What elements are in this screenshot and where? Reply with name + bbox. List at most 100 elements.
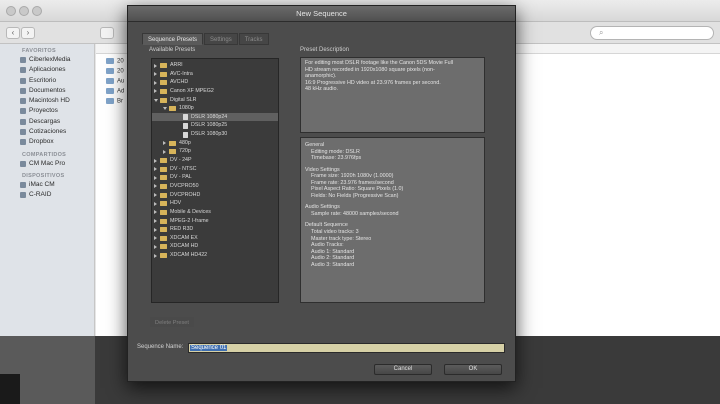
disclosure-closed-icon[interactable] — [154, 253, 157, 258]
ok-button[interactable]: OK — [444, 364, 502, 375]
list-item[interactable]: Au — [106, 78, 124, 85]
sidebar-item[interactable]: Dropbox — [0, 137, 94, 147]
preset-folder[interactable]: Mobile & Devices — [152, 208, 278, 217]
tab-settings[interactable]: Settings — [204, 33, 238, 45]
view-icon[interactable] — [100, 27, 114, 39]
sidebar-item[interactable]: Cotizaciones — [0, 127, 94, 137]
disclosure-closed-icon[interactable] — [154, 236, 157, 241]
sidebar-item[interactable]: C-RAID — [0, 190, 94, 200]
preset-item[interactable]: DSLR 1080p25 — [152, 121, 278, 130]
sidebar-item[interactable]: Aplicaciones — [0, 65, 94, 75]
preset-label: XDCAM HD — [170, 243, 199, 250]
delete-preset-button[interactable]: Delete Preset — [150, 317, 194, 327]
disclosure-closed-icon[interactable] — [154, 72, 157, 77]
preset-label: DV - PAL — [170, 174, 192, 181]
preset-label: HDV — [170, 200, 182, 207]
sequence-name-input[interactable]: Sequence 01 — [188, 343, 505, 353]
sidebar-item[interactable]: CM Mac Pro — [0, 159, 94, 169]
preset-folder[interactable]: HDV — [152, 199, 278, 208]
disclosure-open-icon[interactable] — [154, 98, 158, 102]
sidebar-section-heading: DISPOSITIVOS — [22, 172, 65, 179]
preset-folder[interactable]: 1080p — [152, 104, 278, 113]
preset-folder[interactable]: Canon XF MPEG2 — [152, 87, 278, 96]
preset-folder[interactable]: DV - 24P — [152, 156, 278, 165]
preset-folder[interactable]: XDCAM EX — [152, 234, 278, 243]
preset-folder[interactable]: AVC-Intra — [152, 70, 278, 79]
list-item[interactable]: Br — [106, 98, 123, 105]
sidebar-item-label: Aplicaciones — [29, 66, 66, 74]
preset-item[interactable]: DSLR 1080p24 — [152, 112, 278, 122]
preset-folder[interactable]: 720p — [152, 147, 278, 156]
preset-folder[interactable]: DV - NTSC — [152, 165, 278, 174]
tab-tracks[interactable]: Tracks — [238, 33, 269, 45]
list-item[interactable]: 20 — [106, 68, 124, 75]
disclosure-closed-icon[interactable] — [154, 167, 157, 172]
preset-folder[interactable]: AVCHD — [152, 78, 278, 87]
disclosure-closed-icon[interactable] — [154, 89, 157, 94]
preset-folder[interactable]: DVCPRO50 — [152, 182, 278, 191]
disclosure-closed-icon[interactable] — [163, 141, 166, 146]
disclosure-closed-icon[interactable] — [154, 193, 157, 198]
presets-tree[interactable]: ARRI AVC-Intra AVCHD Canon XF MPEG2 Digital … — [151, 58, 279, 303]
preset-folder[interactable]: DVCPROHD — [152, 191, 278, 200]
folder-icon — [160, 192, 167, 198]
zoom-window-icon[interactable] — [32, 6, 42, 16]
disclosure-closed-icon[interactable] — [154, 244, 157, 249]
preset-item[interactable]: DSLR 1080p30 — [152, 130, 278, 139]
disclosure-closed-icon[interactable] — [163, 149, 166, 154]
list-item[interactable]: Ad — [106, 88, 124, 95]
preset-folder[interactable]: MPEG-2 I-frame — [152, 217, 278, 226]
preset-folder[interactable]: RED R3D — [152, 225, 278, 234]
sidebar-item-icon — [20, 192, 26, 199]
sidebar-item-label: Proyectos — [29, 107, 58, 115]
preset-label: ARRI — [170, 62, 183, 68]
sidebar-item[interactable]: Documentos — [0, 86, 94, 96]
sidebar-item-icon — [20, 57, 26, 63]
description-line: For editing most DSLR footage like the C… — [305, 60, 454, 66]
cancel-button[interactable]: Cancel — [374, 364, 432, 375]
sidebar-item[interactable]: Macintosh HD — [0, 96, 94, 106]
preset-folder[interactable]: ARRI — [152, 61, 278, 70]
minimize-window-icon[interactable] — [19, 6, 29, 16]
disclosure-closed-icon[interactable] — [154, 158, 157, 163]
preset-label: Digital SLR — [170, 96, 197, 103]
disclosure-closed-icon[interactable] — [154, 201, 157, 206]
sidebar-item[interactable]: iMac CM — [0, 180, 94, 190]
disclosure-closed-icon[interactable] — [154, 175, 157, 180]
folder-icon — [160, 63, 167, 68]
preset-folder[interactable]: XDCAM HD — [152, 242, 278, 251]
preset-folder[interactable]: DV - PAL — [152, 173, 278, 182]
preset-label: DSLR 1080p25 — [191, 122, 228, 129]
dialog-tabs: Sequence Presets Settings Tracks — [142, 28, 270, 45]
description-line: 48 kHz audio. — [305, 86, 338, 93]
close-window-icon[interactable] — [6, 6, 16, 16]
finder-search-input[interactable]: ⌕ — [590, 26, 714, 40]
preset-description-label: Preset Description — [300, 47, 350, 53]
disclosure-closed-icon[interactable] — [154, 227, 157, 232]
disclosure-open-icon[interactable] — [163, 107, 167, 111]
folder-icon — [160, 166, 167, 172]
preset-folder[interactable]: Digital SLR — [152, 96, 278, 105]
disclosure-closed-icon[interactable] — [154, 63, 157, 68]
sidebar-item-icon — [20, 98, 26, 105]
sidebar-item[interactable]: Escritorio — [0, 76, 94, 86]
disclosure-closed-icon[interactable] — [154, 210, 157, 215]
folder-icon — [160, 218, 167, 224]
forward-arrow-icon[interactable]: › — [21, 27, 35, 39]
preset-folder[interactable]: XDCAM HD422 — [152, 251, 278, 260]
sidebar-item[interactable]: Proyectos — [0, 106, 94, 116]
folder-icon — [160, 201, 167, 207]
list-item[interactable]: 20 — [106, 58, 124, 65]
sidebar-item-icon — [20, 108, 26, 115]
tab-sequence-presets[interactable]: Sequence Presets — [142, 33, 204, 45]
disclosure-closed-icon[interactable] — [154, 80, 157, 85]
preset-label: XDCAM EX — [170, 234, 198, 241]
sidebar-item[interactable]: Descargas — [0, 117, 94, 127]
sidebar-item[interactable]: CiberlexMedia — [0, 55, 94, 65]
sequence-name-value: Sequence 01 — [190, 345, 228, 351]
detail-line: Sample rate: 48000 samples/second — [311, 210, 399, 217]
preset-folder[interactable]: 480p — [152, 139, 278, 148]
disclosure-closed-icon[interactable] — [154, 219, 157, 224]
disclosure-closed-icon[interactable] — [154, 184, 157, 189]
back-arrow-icon[interactable]: ‹ — [6, 27, 20, 39]
